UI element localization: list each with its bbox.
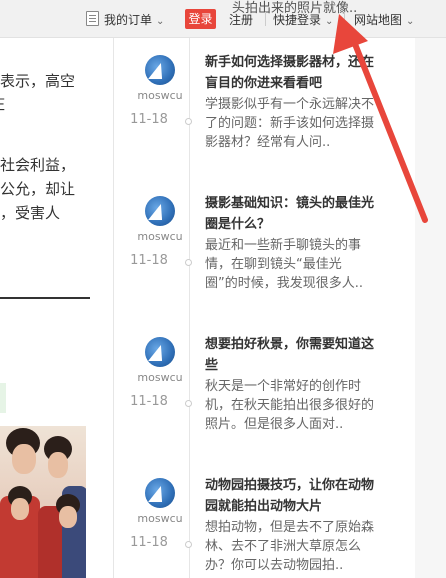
photo-shape: [59, 506, 77, 528]
article-line: ，受害人: [0, 204, 61, 222]
summary-line: 情，在聊到镜头“最佳光: [205, 257, 342, 272]
avatar[interactable]: [145, 337, 175, 367]
author-name[interactable]: moswcu: [130, 512, 190, 525]
author-name[interactable]: moswcu: [130, 230, 190, 243]
tag-edge: [0, 383, 6, 413]
chevron-down-icon: ⌄: [325, 16, 334, 27]
summary-line: 机，在秋天能拍出很多很好的: [205, 398, 375, 413]
photo-shape: [12, 444, 36, 474]
article-title[interactable]: 动物园拍摄技巧，让你在动物 园就能拍出动物大片: [205, 475, 395, 517]
avatar[interactable]: [145, 196, 175, 226]
avatar[interactable]: [145, 55, 175, 85]
divider: [344, 12, 345, 26]
quick-login-label: 快捷登录: [273, 13, 322, 27]
author-name[interactable]: moswcu: [130, 371, 190, 384]
author-name[interactable]: moswcu: [130, 89, 190, 102]
article-summary: 秋天是一个非常好的创作时 机，在秋天能拍出很多很好的 照片。但是很多人面对..: [205, 377, 395, 434]
article-title[interactable]: 摄影基础知识：镜头的最佳光 圈是什么？: [205, 193, 395, 235]
title-line: 圈是什么？: [205, 217, 271, 232]
article-summary: 最近和一些新手聊镜头的事 情，在聊到镜头“最佳光圈”的时候，我发现很多人..: [205, 236, 395, 293]
article-line: 庄: [0, 93, 5, 114]
title-line: 园就能拍出动物大片: [205, 499, 323, 514]
orders-icon: [86, 11, 99, 26]
title-line: 动物园拍摄技巧，让你在动物: [205, 478, 375, 493]
article-photo: [0, 426, 86, 578]
summary-line: 了的问题：新手该如何选择摄: [205, 116, 375, 131]
article-line: 公允，却让: [0, 180, 76, 198]
chevron-down-icon: ⌄: [406, 16, 415, 27]
register-link[interactable]: 注册: [229, 11, 253, 28]
timeline-dot: [185, 541, 192, 548]
article-title[interactable]: 新手如何选择摄影器材，还在 盲目的你进来看看吧: [205, 52, 395, 94]
title-line: 些: [205, 358, 219, 373]
summary-line: 秋天是一个非常好的创作时: [205, 379, 362, 394]
article-line: 表示，高空: [0, 72, 76, 90]
summary-line: 想拍动物，但是去不了原始森: [205, 520, 375, 535]
timeline-dot: [185, 400, 192, 407]
top-bar: 头拍出来的照片就像.. 我的订单 ⌄ 登录 注册 快捷登录 ⌄ 网站地图 ⌄: [0, 0, 446, 38]
post-date: 11-18: [130, 253, 168, 268]
site-map-menu[interactable]: 网站地图 ⌄: [354, 11, 414, 28]
my-orders-menu[interactable]: 我的订单 ⌄: [86, 11, 164, 28]
summary-line: 学摄影似乎有一个永远解决不: [205, 97, 375, 112]
article-summary: 学摄影似乎有一个永远解决不 了的问题：新手该如何选择摄 影器材？经常有人问..: [205, 95, 395, 152]
post-date: 11-18: [130, 112, 168, 127]
timeline-dot: [185, 259, 192, 266]
divider: [265, 12, 266, 26]
summary-line: 影器材？经常有人问..: [205, 135, 331, 150]
quick-login-menu[interactable]: 快捷登录 ⌄: [273, 11, 333, 28]
title-line: 新手如何选择摄影器材，还在: [205, 55, 375, 70]
summary-line: 林、去不了非洲大草原怎么: [205, 539, 362, 554]
timeline-dot: [185, 118, 192, 125]
login-button[interactable]: 登录: [185, 9, 216, 29]
title-line: 摄影基础知识：镜头的最佳光: [205, 196, 375, 211]
right-strip: [415, 38, 446, 578]
article-summary: 想拍动物，但是去不了原始森 林、去不了非洲大草原怎么 办？你可以去动物园拍..: [205, 518, 395, 575]
article-title[interactable]: 想要拍好秋景，你需要知道这些: [205, 334, 395, 376]
summary-line: 最近和一些新手聊镜头的事: [205, 238, 362, 253]
avatar[interactable]: [145, 478, 175, 508]
photo-shape: [11, 498, 29, 520]
title-line: 想要拍好秋景，你需要知道这: [205, 337, 375, 352]
section-divider: [0, 297, 90, 299]
my-orders-label: 我的订单: [104, 13, 153, 27]
summary-line: 照片。但是很多人面对..: [205, 417, 344, 432]
post-date: 11-18: [130, 394, 168, 409]
summary-line: 办？你可以去动物园拍..: [205, 558, 344, 573]
summary-line: 圈”的时候，我发现很多人..: [205, 276, 363, 291]
chevron-down-icon: ⌄: [156, 16, 165, 27]
title-line: 盲目的你进来看看吧: [205, 76, 323, 91]
post-date: 11-18: [130, 535, 168, 550]
site-map-label: 网站地图: [354, 13, 403, 27]
article-line: 社会利益，: [0, 156, 76, 174]
photo-shape: [48, 452, 68, 478]
